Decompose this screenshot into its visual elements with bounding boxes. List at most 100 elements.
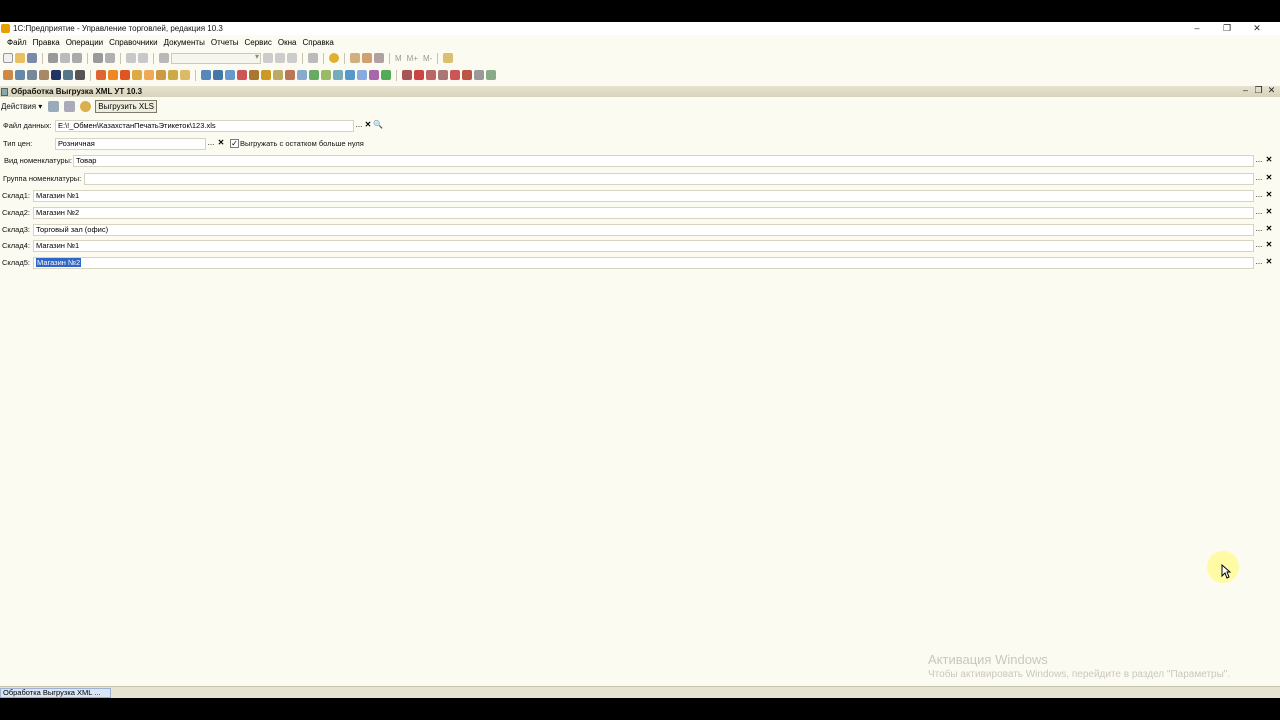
info-icon[interactable] [329, 53, 339, 63]
document-icon[interactable] [249, 70, 259, 80]
help-icon[interactable] [80, 101, 92, 112]
nomenclature-type-select-button[interactable]: ... [1254, 155, 1264, 167]
document-icon[interactable] [333, 70, 343, 80]
menu-catalogs[interactable]: Справочники [109, 38, 157, 47]
menu-edit[interactable]: Правка [33, 38, 60, 47]
memory-button[interactable]: М [395, 54, 402, 63]
document-icon[interactable] [108, 70, 118, 80]
warehouse-input[interactable]: Магазин №1 [33, 240, 1254, 252]
document-icon[interactable] [309, 70, 319, 80]
refresh-icon[interactable] [308, 53, 318, 63]
menu-documents[interactable]: Документы [164, 38, 205, 47]
warehouse-input[interactable]: Магазин №2 [33, 257, 1254, 269]
document-icon[interactable] [168, 70, 178, 80]
export-xls-button[interactable]: Выгрузить XLS [95, 100, 157, 113]
paste-icon[interactable] [72, 53, 82, 63]
document-icon[interactable] [180, 70, 190, 80]
nomenclature-group-clear-button[interactable]: ✕ [1264, 173, 1274, 185]
document-icon[interactable] [357, 70, 367, 80]
table-icon[interactable] [63, 70, 73, 80]
document-icon[interactable] [213, 70, 223, 80]
positive-stock-checkbox[interactable]: ✓ [230, 139, 239, 148]
find-icon[interactable] [159, 53, 169, 63]
document-icon[interactable] [201, 70, 211, 80]
nomenclature-type-input[interactable]: Товар [73, 155, 1254, 167]
data-file-clear-button[interactable]: ✕ [363, 120, 373, 132]
memory-plus-button[interactable]: М+ [407, 54, 418, 63]
memory-minus-button[interactable]: М- [423, 54, 432, 63]
tools-icon[interactable] [443, 53, 454, 63]
warehouse-select-button[interactable]: ... [1254, 240, 1264, 252]
copy-icon[interactable] [60, 53, 70, 63]
doc-close-button[interactable]: ✕ [1265, 85, 1278, 96]
document-icon[interactable] [132, 70, 142, 80]
redo-icon[interactable] [138, 53, 148, 63]
warehouse-select-button[interactable]: ... [1254, 257, 1264, 269]
print-icon[interactable] [93, 53, 103, 63]
find-prev-icon[interactable] [287, 53, 297, 63]
document-icon[interactable] [237, 70, 247, 80]
report-icon[interactable] [450, 70, 460, 80]
warehouse-clear-button[interactable]: ✕ [1264, 240, 1274, 252]
catalog-icon[interactable] [15, 70, 25, 80]
warehouse-clear-button[interactable]: ✕ [1264, 207, 1274, 219]
price-type-clear-button[interactable]: ✕ [216, 138, 226, 150]
catalog-icon[interactable] [39, 70, 49, 80]
users-icon[interactable] [374, 53, 384, 63]
warehouse-clear-button[interactable]: ✕ [1264, 224, 1274, 236]
report-icon[interactable] [486, 70, 496, 80]
document-icon[interactable] [261, 70, 271, 80]
document-icon[interactable] [273, 70, 283, 80]
print-preview-icon[interactable] [105, 53, 115, 63]
warehouse-input[interactable]: Магазин №2 [33, 207, 1254, 219]
open-folder-icon[interactable] [15, 53, 25, 63]
document-icon[interactable] [369, 70, 379, 80]
document-icon[interactable] [144, 70, 154, 80]
close-button[interactable]: ✕ [1242, 22, 1272, 34]
calculator-icon[interactable] [362, 53, 372, 63]
new-doc-icon[interactable] [3, 53, 13, 63]
undo-icon[interactable] [126, 53, 136, 63]
menu-operations[interactable]: Операции [66, 38, 103, 47]
cut-icon[interactable] [48, 53, 58, 63]
restore-button[interactable]: ❐ [1212, 22, 1242, 34]
clear-search-icon[interactable] [263, 53, 273, 63]
report-icon[interactable] [462, 70, 472, 80]
document-icon[interactable] [120, 70, 130, 80]
price-type-input[interactable]: Розничная [55, 138, 206, 150]
document-icon[interactable] [381, 70, 391, 80]
find-next-icon[interactable] [275, 53, 285, 63]
document-icon[interactable] [96, 70, 106, 80]
settings-icon[interactable] [48, 101, 60, 112]
report-icon[interactable] [402, 70, 412, 80]
search-combo[interactable] [171, 52, 261, 64]
menu-windows[interactable]: Окна [278, 38, 297, 47]
document-icon[interactable] [345, 70, 355, 80]
actions-menu[interactable]: Действия ▾ [1, 102, 42, 111]
warehouse-clear-button[interactable]: ✕ [1264, 190, 1274, 202]
menu-file[interactable]: Файл [7, 38, 27, 47]
nomenclature-icon[interactable] [51, 70, 61, 80]
nomenclature-type-clear-button[interactable]: ✕ [1264, 155, 1274, 167]
report-icon[interactable] [474, 70, 484, 80]
warehouse-clear-button[interactable]: ✕ [1264, 257, 1274, 269]
calendar-icon[interactable] [350, 53, 360, 63]
document-icon[interactable] [297, 70, 307, 80]
nomenclature-group-select-button[interactable]: ... [1254, 173, 1264, 185]
doc-restore-button[interactable]: ❐ [1252, 85, 1265, 96]
price-type-select-button[interactable]: ... [206, 138, 216, 150]
report-icon[interactable] [438, 70, 448, 80]
menu-service[interactable]: Сервис [245, 38, 272, 47]
warehouse-select-button[interactable]: ... [1254, 224, 1264, 236]
menu-help[interactable]: Справка [303, 38, 334, 47]
warehouse-select-button[interactable]: ... [1254, 190, 1264, 202]
report-icon[interactable] [414, 70, 424, 80]
warehouse-input[interactable]: Торговый зал (офис) [33, 224, 1254, 236]
data-file-input[interactable]: E:\!_Обмен\КазахстанПечатьЭтикеток\123.x… [55, 120, 354, 132]
minimize-button[interactable]: – [1182, 22, 1212, 34]
warehouse-select-button[interactable]: ... [1254, 207, 1264, 219]
warehouse-input[interactable]: Магазин №1 [33, 190, 1254, 202]
document-icon[interactable] [285, 70, 295, 80]
report-icon[interactable] [426, 70, 436, 80]
doc-minimize-button[interactable]: – [1239, 85, 1252, 96]
